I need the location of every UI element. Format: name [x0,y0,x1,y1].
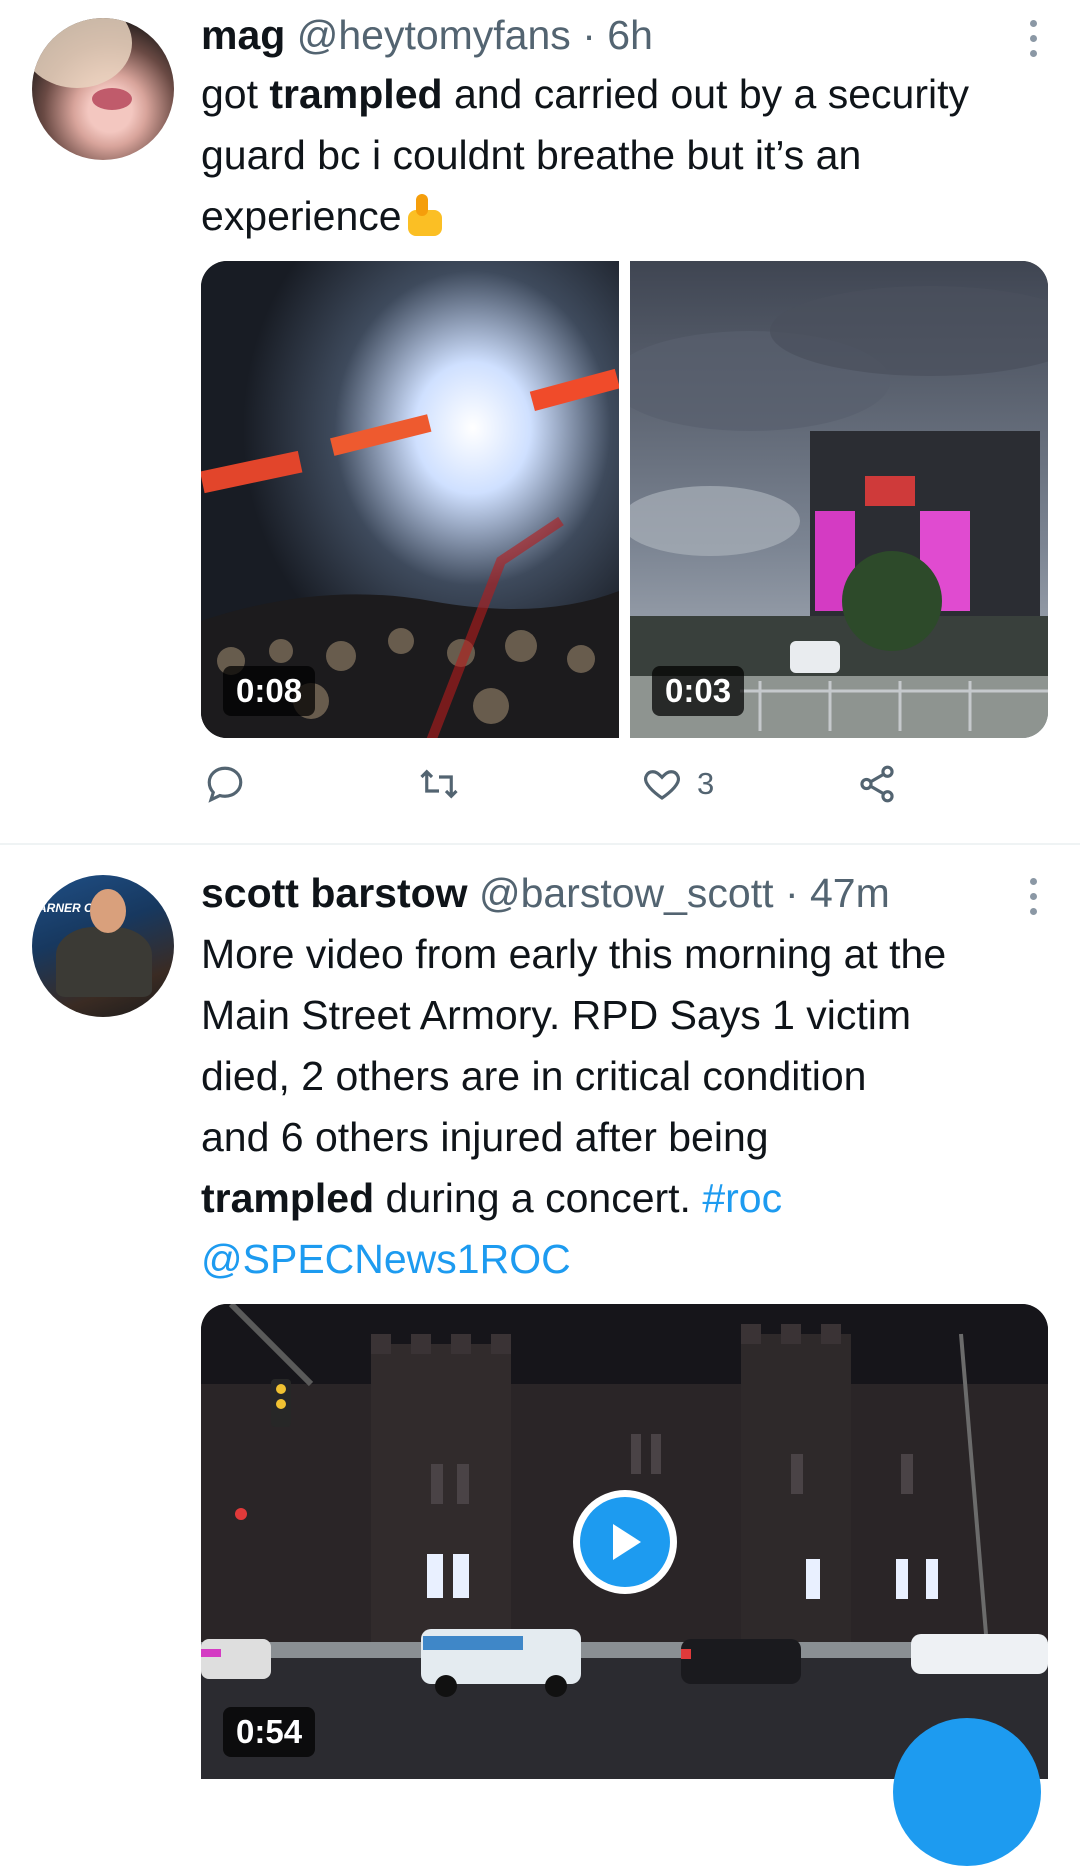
avatar-lips [92,88,132,110]
avatar-face [90,889,126,933]
like-button[interactable]: 3 [641,763,714,805]
more-options-icon[interactable] [1028,878,1038,915]
timestamp[interactable]: 6h [607,12,653,58]
heart-icon [644,770,680,800]
tweet-text-line: Main Street Armory. RPD Says 1 victim [201,992,912,1038]
tweet-header: mag @heytomyfans · 6h [201,12,653,59]
timestamp[interactable]: 47m [810,870,890,916]
display-name[interactable]: scott barstow [201,870,468,916]
display-name[interactable]: mag [201,12,285,58]
video-thumbnail[interactable]: 0:03 [630,261,1048,738]
play-triangle-icon [613,1524,641,1560]
tweet-text-line: @SPECNews1ROC [201,1229,1031,1290]
tweet-text-part: got [201,71,270,117]
hashtag-link[interactable]: #roc [702,1175,782,1221]
reply-icon [207,766,243,803]
more-options-icon[interactable] [1028,20,1038,57]
avatar[interactable] [32,18,174,160]
reply-button[interactable] [204,763,246,805]
tweet-text-part: during a concert. [374,1175,703,1221]
handle[interactable]: @heytomyfans [297,12,571,58]
handle[interactable]: @barstow_scott [479,870,774,916]
tweet-header: scott barstow @barstow_scott · 47m [201,870,890,917]
share-icon [860,765,894,803]
avatar-hair [32,18,132,88]
avatar[interactable]: ARNER CA [32,875,174,1017]
tweet-text: More video from early this morning at th… [201,924,1031,1290]
video-duration: 0:08 [223,666,316,716]
tweet-text-line: trampled during a concert. #roc [201,1168,1031,1229]
separator: · [582,12,596,58]
separator: · [784,870,799,916]
like-count: 3 [697,766,715,801]
tweet-divider [0,843,1080,845]
play-button[interactable] [573,1490,677,1594]
tweet-text-line: More video from early this morning at th… [201,931,947,977]
share-button[interactable] [856,763,898,805]
video-duration: 0:54 [223,1707,316,1757]
compose-tweet-button[interactable] [893,1718,1041,1866]
tweet-actions: 3 [201,763,901,823]
video-duration: 0:03 [652,666,745,716]
play-icon [580,1497,670,1587]
video-thumbnail[interactable]: 0:08 [201,261,619,738]
tweet-text-line: and 6 others injured after being [201,1114,769,1160]
tweet-text-bold: trampled [201,1175,375,1221]
avatar-body [56,927,152,997]
retweet-icon [420,769,458,799]
tweet-text: got trampled and carried out by a securi… [201,64,1031,247]
tweet-text-line: died, 2 others are in critical condition [201,1053,867,1099]
mention-link[interactable]: @SPECNews1ROC [201,1236,571,1282]
retweet-button[interactable] [416,763,462,805]
thumbs-up-icon [402,192,448,238]
video-thumbnail[interactable]: 0:54 [201,1304,1048,1779]
tweet-text-bold: trampled [269,71,443,117]
